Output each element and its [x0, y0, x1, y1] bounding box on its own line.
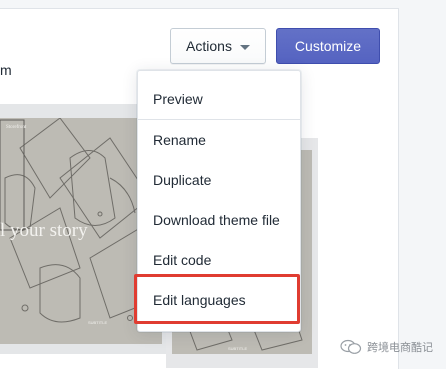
- customize-button[interactable]: Customize: [276, 28, 380, 64]
- truncated-label: m: [0, 62, 12, 78]
- tiny-logo: Storefront: [6, 125, 27, 130]
- highlight-box: [134, 274, 300, 324]
- menu-item-label: Edit code: [153, 252, 212, 268]
- menu-item-rename[interactable]: Rename: [138, 122, 300, 158]
- wechat-icon: [340, 339, 362, 355]
- menu-divider: [138, 119, 300, 120]
- watermark: 跨境电商酷记: [340, 339, 433, 355]
- menu-item-label: Download theme file: [153, 212, 280, 228]
- menu-item-label: Preview: [153, 91, 203, 107]
- menu-item-label: Rename: [153, 132, 206, 148]
- actions-button-label: Actions: [186, 38, 232, 54]
- menu-item-label: Duplicate: [153, 172, 212, 188]
- hero-text: l your story: [0, 220, 88, 241]
- menu-item-duplicate[interactable]: Duplicate: [138, 162, 300, 198]
- customize-button-label: Customize: [294, 38, 362, 54]
- mobile-caption: SUBTITLE: [228, 346, 247, 351]
- menu-item-edit-code[interactable]: Edit code: [138, 242, 300, 278]
- menu-item-preview[interactable]: Preview: [138, 81, 300, 117]
- hero-caption: SUBTITLE: [88, 320, 107, 325]
- actions-button[interactable]: Actions: [170, 28, 266, 64]
- caret-down-icon: [239, 44, 250, 50]
- watermark-text: 跨境电商酷记: [367, 342, 433, 354]
- menu-item-download-theme-file[interactable]: Download theme file: [138, 202, 300, 238]
